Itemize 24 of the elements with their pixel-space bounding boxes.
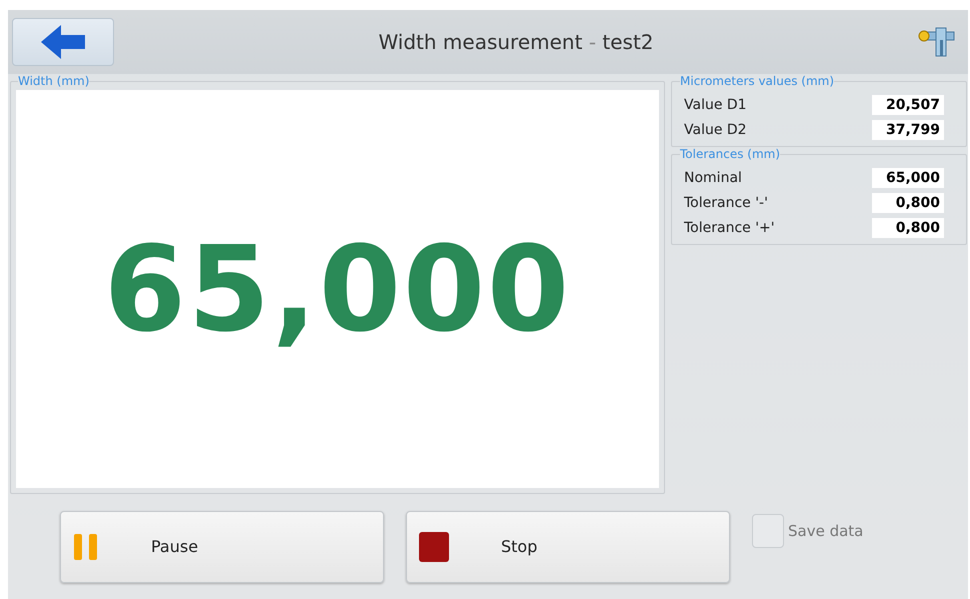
save-data-checkbox[interactable]	[752, 514, 784, 548]
stop-button[interactable]: Stop	[406, 510, 730, 582]
save-data-label: Save data	[788, 522, 864, 540]
value-field: 37,799	[872, 120, 944, 140]
value-field: 65,000	[872, 168, 944, 188]
pause-button[interactable]: Pause	[60, 510, 384, 582]
stop-icon	[419, 532, 449, 562]
section-legend: Width (mm)	[18, 74, 90, 88]
back-arrow-icon	[41, 25, 85, 59]
value-label: Tolerance '+'	[684, 220, 775, 236]
width-reading: 65,000	[16, 90, 659, 488]
value-label: Value D2	[684, 122, 747, 138]
value-label: Value D1	[684, 96, 747, 112]
value-field: 0,800	[872, 218, 944, 238]
section-legend: Micrometers values (mm)	[680, 74, 834, 88]
window-title: Width measurement - test2	[377, 30, 655, 54]
section-legend: Tolerances (mm)	[680, 147, 780, 161]
value-field: 20,507	[872, 94, 944, 114]
pause-icon	[73, 532, 99, 560]
caliper-icon	[918, 26, 956, 58]
value-label: Tolerance '-'	[684, 194, 768, 210]
value-field: 0,800	[872, 192, 944, 212]
value-label: Nominal	[684, 170, 742, 186]
back-button[interactable]	[12, 18, 114, 66]
